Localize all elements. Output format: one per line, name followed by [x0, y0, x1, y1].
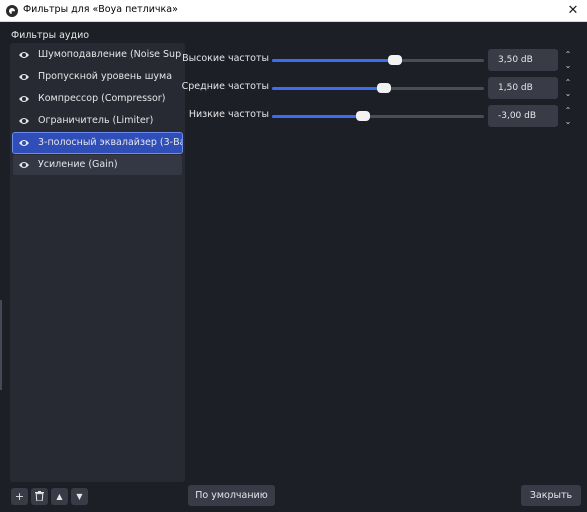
mid-freq-slider[interactable]	[272, 83, 484, 93]
high-freq-spinbox[interactable]: 3,50 dB	[488, 49, 558, 71]
chevron-down-icon[interactable]: ⌄	[560, 60, 576, 71]
spin-buttons: ⌃ ⌄	[560, 49, 576, 71]
high-freq-slider[interactable]	[272, 55, 484, 65]
filter-item-noise-gate[interactable]: Пропускной уровень шума	[13, 67, 182, 87]
filter-item-3band-eq[interactable]: 3-полосный эквалайзер (3-Band E	[12, 132, 183, 154]
eye-icon[interactable]	[19, 116, 29, 126]
obs-app-icon	[6, 5, 18, 17]
trash-icon	[35, 491, 44, 502]
defaults-button[interactable]: По умолчанию	[188, 485, 275, 506]
mid-freq-spinbox[interactable]: 1,50 dB	[488, 77, 558, 99]
param-row-low: Низкие частоты -3,00 dB ⌃ ⌄	[188, 105, 580, 127]
title-bar: Фильтры для «Boya петличка» ✕	[0, 0, 587, 22]
param-label: Низкие частоты	[188, 109, 269, 120]
chevron-up-icon[interactable]: ⌃	[560, 49, 576, 60]
param-label: Высокие частоты	[182, 53, 269, 64]
spin-buttons: ⌃ ⌄	[560, 77, 576, 99]
slider-fill	[272, 59, 395, 62]
window-edge-divider	[0, 300, 2, 390]
slider-fill	[272, 87, 385, 90]
slider-thumb[interactable]	[387, 55, 402, 65]
eye-icon[interactable]	[19, 160, 29, 170]
chevron-up-icon[interactable]: ⌃	[560, 105, 576, 116]
filter-item-gain[interactable]: Усиление (Gain)	[13, 155, 182, 175]
close-button[interactable]: Закрыть	[521, 485, 581, 506]
slider-fill	[272, 115, 364, 118]
spin-buttons: ⌃ ⌄	[560, 105, 576, 127]
low-freq-slider[interactable]	[272, 111, 484, 121]
filter-label: Шумоподавление (Noise Suppres	[38, 49, 182, 60]
filter-item-noise-suppression[interactable]: Шумоподавление (Noise Suppres	[13, 45, 182, 65]
move-filter-up-button[interactable]: ▲	[51, 488, 68, 505]
move-filter-down-button[interactable]: ▼	[71, 488, 88, 505]
filter-list: Шумоподавление (Noise Suppres Пропускной…	[10, 43, 185, 482]
eye-icon[interactable]	[19, 72, 29, 82]
filter-label: 3-полосный эквалайзер (3-Band E	[38, 137, 182, 148]
remove-filter-button[interactable]	[31, 488, 48, 505]
param-row-mid: Средние частоты 1,50 dB ⌃ ⌄	[182, 77, 580, 99]
window-title: Фильтры для «Boya петличка»	[23, 4, 178, 15]
filter-label: Пропускной уровень шума	[38, 71, 173, 82]
filter-label: Компрессор (Compressor)	[38, 93, 166, 104]
filter-label: Ограничитель (Limiter)	[38, 115, 154, 126]
low-freq-spinbox[interactable]: -3,00 dB	[488, 105, 558, 127]
filter-properties-panel: Высокие частоты 3,50 dB ⌃ ⌄ Средние част…	[182, 43, 580, 482]
filter-label: Усиление (Gain)	[38, 159, 118, 170]
slider-thumb[interactable]	[377, 83, 392, 93]
close-window-button[interactable]: ✕	[559, 0, 587, 22]
eye-icon[interactable]	[19, 138, 29, 148]
audio-filters-label: Фильтры аудио	[11, 30, 90, 41]
param-label: Средние частоты	[181, 81, 269, 92]
slider-thumb[interactable]	[356, 111, 371, 121]
eye-icon[interactable]	[19, 94, 29, 104]
filter-item-compressor[interactable]: Компрессор (Compressor)	[13, 89, 182, 109]
bottom-toolbar: + ▲ ▼ По умолчанию Закрыть	[0, 484, 587, 512]
chevron-down-icon[interactable]: ⌄	[560, 116, 576, 127]
chevron-up-icon[interactable]: ⌃	[560, 77, 576, 88]
eye-icon[interactable]	[19, 50, 29, 60]
chevron-down-icon[interactable]: ⌄	[560, 88, 576, 99]
add-filter-button[interactable]: +	[11, 488, 28, 505]
param-row-high: Высокие частоты 3,50 dB ⌃ ⌄	[182, 49, 580, 71]
filter-item-limiter[interactable]: Ограничитель (Limiter)	[13, 111, 182, 131]
